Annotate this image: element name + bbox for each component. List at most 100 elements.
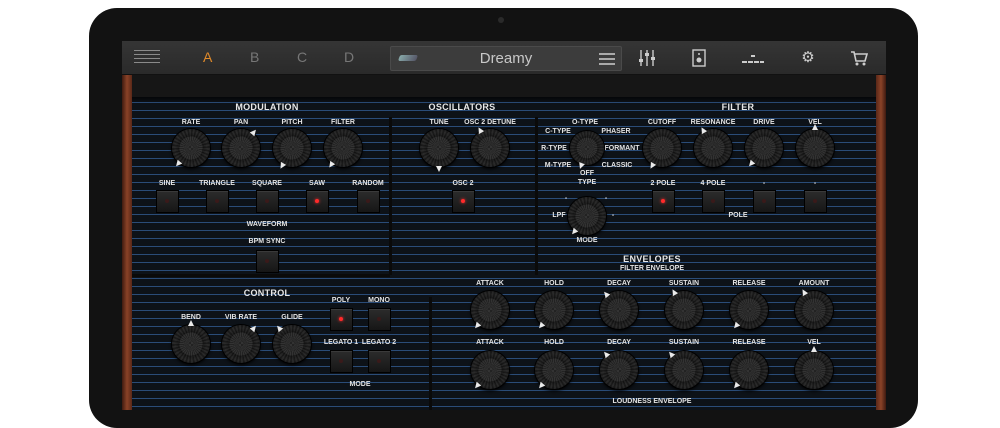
osc-tune-knob[interactable] bbox=[420, 129, 458, 167]
fenv-sustain-knob[interactable] bbox=[665, 291, 703, 329]
shop-cart-icon[interactable] bbox=[849, 48, 869, 68]
pole-3-label: - bbox=[762, 180, 766, 187]
bpm-sync-label: BPM SYNC bbox=[248, 238, 286, 245]
osc2-button[interactable] bbox=[452, 190, 475, 213]
osc2-label: OSC 2 bbox=[452, 180, 474, 187]
pole-label: POLE bbox=[728, 212, 748, 219]
main-menu-icon[interactable] bbox=[134, 50, 160, 66]
preset-selector[interactable]: Dreamy bbox=[390, 46, 622, 71]
app-screen: A B C D Dreamy ⚙ MODULATION RATE PAN PIT… bbox=[122, 41, 886, 410]
mode-legato2-button[interactable] bbox=[368, 350, 391, 373]
filter-title: FILTER bbox=[721, 102, 755, 112]
filter-type-knob[interactable] bbox=[570, 131, 604, 165]
control-bend-knob[interactable] bbox=[172, 325, 210, 363]
waveform-sine-button[interactable] bbox=[156, 190, 179, 213]
mod-square-label: SQUARE bbox=[252, 180, 282, 187]
osc2-detune-knob[interactable] bbox=[471, 129, 509, 167]
filter-mode-opt-2[interactable]: - bbox=[565, 195, 567, 202]
device-icon[interactable] bbox=[689, 48, 709, 68]
mixer-sliders-icon[interactable] bbox=[637, 48, 657, 68]
pole-slot-3-button[interactable] bbox=[753, 190, 776, 213]
modulation-title: MODULATION bbox=[235, 102, 299, 112]
fenv-release-label: RELEASE bbox=[732, 280, 766, 287]
preset-name: Dreamy bbox=[479, 50, 533, 67]
waveform-label: WAVEFORM bbox=[246, 221, 288, 228]
mode-legato1-button[interactable] bbox=[330, 350, 353, 373]
control-mode-label: MODE bbox=[349, 381, 371, 388]
separator bbox=[535, 117, 538, 275]
pole-2-button[interactable] bbox=[652, 190, 675, 213]
fenv-amount-knob[interactable] bbox=[795, 291, 833, 329]
mod-random-label: RANDOM bbox=[352, 180, 384, 187]
pole-slot-4-button[interactable] bbox=[804, 190, 827, 213]
osc2-detune-label: OSC 2 DETUNE bbox=[464, 119, 516, 126]
mod-triangle-label: TRIANGLE bbox=[199, 180, 235, 187]
filter-cutoff-label: CUTOFF bbox=[647, 119, 677, 126]
settings-gear-icon[interactable]: ⚙ bbox=[798, 48, 818, 68]
mod-filter-label: FILTER bbox=[331, 119, 355, 126]
mod-sine-label: SINE bbox=[158, 180, 176, 187]
pole-4b-label: - bbox=[813, 180, 817, 187]
mode-legato1-label: LEGATO 1 bbox=[323, 339, 359, 346]
mod-pitch-label: PITCH bbox=[281, 119, 303, 126]
waveform-square-button[interactable] bbox=[256, 190, 279, 213]
knob-pointer-icon bbox=[188, 320, 194, 326]
filter-resonance-label: RESONANCE bbox=[690, 119, 736, 126]
filter-mode-lpf[interactable]: LPF bbox=[552, 212, 565, 219]
control-glide-label: GLIDE bbox=[281, 314, 303, 321]
filter-type-off[interactable]: OFF bbox=[580, 170, 594, 177]
lenv-sustain-label: SUSTAIN bbox=[668, 339, 700, 346]
separator bbox=[132, 274, 390, 277]
wood-side-left bbox=[122, 75, 132, 410]
filter-type-phaser[interactable]: PHASER bbox=[601, 128, 630, 135]
fenv-sustain-label: SUSTAIN bbox=[668, 280, 700, 287]
filter-cutoff-knob[interactable] bbox=[643, 129, 681, 167]
separator bbox=[389, 117, 392, 275]
camera-dot bbox=[498, 17, 504, 23]
filter-resonance-knob[interactable] bbox=[694, 129, 732, 167]
waveform-random-button[interactable] bbox=[357, 190, 380, 213]
pole-2-label: 2 POLE bbox=[650, 180, 676, 187]
filter-type-mtype[interactable]: M-TYPE bbox=[545, 162, 571, 169]
filter-type-otype[interactable]: O-TYPE bbox=[572, 119, 598, 126]
lenv-hold-label: HOLD bbox=[544, 339, 564, 346]
mod-rate-label: RATE bbox=[181, 119, 201, 126]
fenv-decay-label: DECAY bbox=[607, 280, 631, 287]
osc-tune-label: TUNE bbox=[429, 119, 449, 126]
preset-c-button[interactable]: C bbox=[297, 49, 307, 65]
waveform-triangle-button[interactable] bbox=[206, 190, 229, 213]
lenv-decay-label: DECAY bbox=[607, 339, 631, 346]
fenv-hold-label: HOLD bbox=[544, 280, 564, 287]
control-vibrate-label: VIB RATE bbox=[224, 314, 258, 321]
filter-type-ctype[interactable]: C-TYPE bbox=[545, 128, 571, 135]
preset-list-icon[interactable] bbox=[599, 53, 615, 68]
waveform-saw-button[interactable] bbox=[306, 190, 329, 213]
bpm-sync-button[interactable] bbox=[256, 250, 279, 273]
pole-4-button[interactable] bbox=[702, 190, 725, 213]
mod-pan-label: PAN bbox=[233, 119, 249, 126]
separator bbox=[429, 297, 432, 410]
filter-type-formant[interactable]: FORMANT bbox=[605, 145, 640, 152]
top-bar: A B C D Dreamy ⚙ bbox=[122, 41, 886, 75]
preset-b-button[interactable]: B bbox=[250, 49, 259, 65]
synth-panel: MODULATION RATE PAN PITCH FILTER SINE TR… bbox=[122, 75, 886, 410]
mode-poly-label: POLY bbox=[331, 297, 351, 304]
mod-pitch-knob[interactable] bbox=[273, 129, 311, 167]
mode-poly-button[interactable] bbox=[330, 308, 353, 331]
filter-envelope-label: FILTER ENVELOPE bbox=[619, 265, 685, 272]
filter-type-classic[interactable]: CLASSIC bbox=[602, 162, 633, 169]
lenv-attack-label: ATTACK bbox=[476, 339, 504, 346]
filter-mode-opt-3[interactable]: - bbox=[605, 195, 607, 202]
lenv-release-label: RELEASE bbox=[732, 339, 766, 346]
preset-a-button[interactable]: A bbox=[203, 49, 212, 65]
preset-d-button[interactable]: D bbox=[344, 49, 354, 65]
lenv-vel-knob[interactable] bbox=[795, 351, 833, 389]
control-title: CONTROL bbox=[243, 288, 291, 298]
sequencer-icon[interactable] bbox=[741, 48, 764, 68]
filter-type-rtype[interactable]: R-TYPE bbox=[541, 145, 567, 152]
mode-mono-button[interactable] bbox=[368, 308, 391, 331]
knob-pointer-icon bbox=[811, 346, 817, 352]
mode-legato2-label: LEGATO 2 bbox=[361, 339, 397, 346]
filter-mode-opt-4[interactable]: - bbox=[612, 212, 614, 219]
filter-vel-knob[interactable] bbox=[796, 129, 834, 167]
